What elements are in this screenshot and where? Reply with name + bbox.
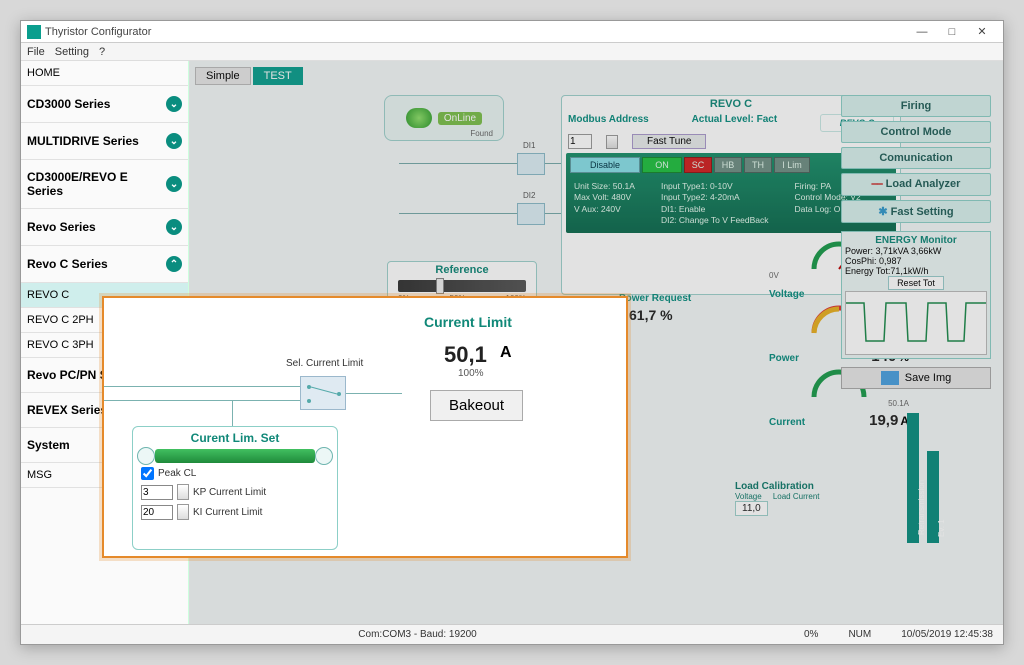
reference-slider[interactable] (398, 280, 526, 292)
di1-label: DI1 (523, 141, 535, 150)
wire (104, 386, 300, 387)
sidebar-item-multidrive[interactable]: MULTIDRIVE Series⌄ (21, 123, 188, 160)
sidebar-item-revoc[interactable]: Revo C Series⌃ (21, 246, 188, 283)
clset-slider[interactable] (155, 449, 315, 463)
wire (346, 393, 402, 394)
tab-test[interactable]: TEST (253, 67, 303, 85)
sidebar-home[interactable]: HOME (21, 61, 188, 86)
current-limit-title: Current Limit (424, 314, 512, 330)
peak-cl-checkbox[interactable]: Peak CL (141, 467, 329, 480)
menu-file[interactable]: File (27, 46, 45, 58)
image-icon (881, 371, 899, 385)
bakeout-button[interactable]: Bakeout (430, 390, 523, 421)
energy-power: Power: 3,71kVA 3,66kW (845, 246, 987, 256)
fast-tune-button[interactable]: Fast Tune (632, 134, 706, 149)
led-on: ON (642, 157, 682, 173)
energy-cosphi: CosPhi: 0,987 (845, 256, 987, 266)
modbus-address-label: Modbus Address (568, 114, 649, 132)
window-minimize[interactable]: — (907, 23, 937, 41)
stepper-icon[interactable] (177, 504, 189, 520)
status-datetime: 10/05/2019 12:45:38 (901, 629, 993, 640)
kp-current-limit-input[interactable] (141, 485, 173, 500)
ki-label: KI Current Limit (193, 507, 262, 518)
current-limit-pct: 100% (458, 368, 484, 379)
power-request-label: Power Request (619, 293, 691, 304)
led-sc: SC (684, 157, 712, 173)
chevron-down-icon: ⌄ (166, 219, 182, 235)
retransmission-label: Retransmission (917, 480, 926, 535)
di1-switch[interactable] (517, 153, 545, 175)
load-current-value[interactable]: 11,0 (735, 501, 768, 516)
kp-label: KP Current Limit (193, 487, 266, 498)
menu-help[interactable]: ? (99, 46, 105, 58)
save-img-button[interactable]: Save Img (841, 367, 991, 389)
online-badge: OnLine (438, 112, 482, 125)
info-col1: Unit Size: 50.1AMax Volt: 480VV Aux: 240… (574, 181, 635, 227)
wire (399, 213, 517, 214)
tab-simple[interactable]: Simple (195, 67, 251, 85)
app-icon (27, 25, 41, 39)
led-disable[interactable]: Disable (570, 157, 640, 173)
chevron-down-icon: ⌄ (166, 133, 182, 149)
status-com: Com:COM3 - Baud: 19200 (61, 629, 774, 640)
stepper-icon[interactable] (177, 484, 189, 500)
current-limit-unit: A (500, 344, 512, 362)
control-mode-button[interactable]: Control Mode (841, 121, 991, 143)
online-lamp-icon (406, 108, 432, 128)
sidebar-item-revo[interactable]: Revo Series⌄ (21, 209, 188, 246)
led-hb: HB (714, 157, 742, 173)
actual-level: Actual Level: Fact (692, 114, 778, 132)
window-maximize[interactable]: □ (937, 23, 967, 41)
chevron-down-icon: ⌄ (166, 176, 182, 192)
energy-tot: Energy Tot:71,1kW/h (845, 266, 987, 276)
window-close[interactable]: ✕ (967, 23, 997, 41)
slider-knob[interactable] (436, 278, 444, 294)
wire (399, 163, 517, 164)
wire (104, 400, 300, 401)
status-bar: Com:COM3 - Baud: 19200 0% NUM 10/05/2019… (21, 624, 1003, 644)
firing-button[interactable]: Firing (841, 95, 991, 117)
load-calibration: Load Calibration Voltage Load Current 11… (735, 481, 820, 516)
energy-graph (845, 291, 987, 355)
power-request-value: 61,7 % (629, 307, 673, 323)
led-ilim: I Lim (774, 157, 810, 173)
energy-monitor: ENERGY Monitor Power: 3,71kVA 3,66kW Cos… (841, 231, 991, 359)
stepper-up-down-icon[interactable] (606, 135, 618, 149)
status-pct: 0% (804, 629, 818, 640)
online-found: Found (470, 129, 493, 138)
ev1-label: Ev. 1 (937, 519, 946, 537)
reset-tot-button[interactable]: Reset Tot (888, 276, 944, 290)
sidebar-item-cd3000e[interactable]: CD3000E/REVO E Series⌄ (21, 160, 188, 209)
window-title: Thyristor Configurator (45, 26, 151, 38)
di2-label: DI2 (523, 191, 535, 200)
sel-current-limit-switch[interactable] (300, 376, 346, 410)
ki-current-limit-input[interactable] (141, 505, 173, 520)
load-analyzer-button[interactable]: ⎯⎯ Load Analyzer (841, 173, 991, 196)
clset-title: Curent Lim. Set (141, 431, 329, 445)
reference-title: Reference (388, 262, 536, 278)
modbus-address-input[interactable] (568, 134, 592, 149)
info-col2: Input Type1: 0-10VInput Type2: 4-20mADI1… (661, 181, 769, 227)
menu-setting[interactable]: Setting (55, 46, 89, 58)
chevron-down-icon: ⌄ (166, 96, 182, 112)
led-th: TH (744, 157, 772, 173)
current-limit-value: 50,1 (444, 342, 487, 368)
online-status: OnLine Found (384, 95, 504, 141)
status-num: NUM (848, 629, 871, 640)
di2-switch[interactable] (517, 203, 545, 225)
fast-setting-button[interactable]: ✱ Fast Setting (841, 200, 991, 223)
wire (232, 400, 233, 428)
sel-current-limit-label: Sel. Current Limit (286, 358, 363, 369)
chevron-up-icon: ⌃ (166, 256, 182, 272)
current-limit-popup: Sel. Current Limit Current Limit 50,1 A … (102, 296, 628, 558)
communication-button[interactable]: Comunication (841, 147, 991, 169)
sidebar-item-cd3000[interactable]: CD3000 Series⌄ (21, 86, 188, 123)
current-limit-set-panel: Curent Lim. Set Peak CL KP Current Limit… (132, 426, 338, 550)
